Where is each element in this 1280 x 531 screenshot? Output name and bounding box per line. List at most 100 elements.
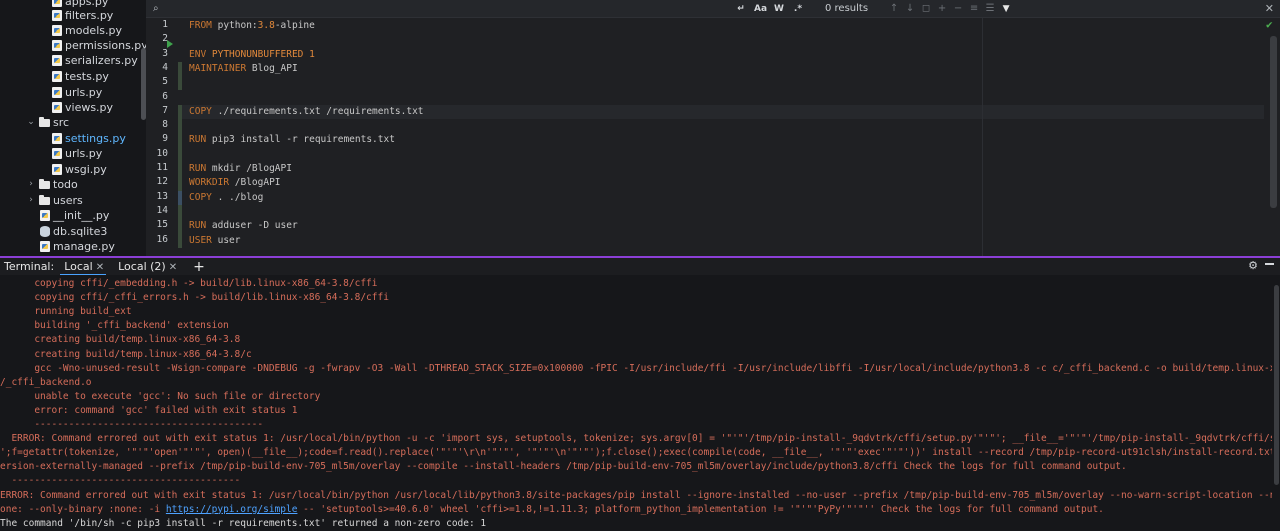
terminal-line: gcc -Wno-unused-result -Wsign-compare -D…: [0, 362, 1272, 376]
terminal-link[interactable]: https://pypi.org/simple: [166, 504, 298, 515]
regex-toggle[interactable]: .*: [792, 4, 804, 14]
tree-item[interactable]: permissions.py: [52, 38, 146, 54]
terminal-line-text: /_cffi_backend.o: [0, 376, 92, 388]
terminal-line-text: creating build/temp.linux-x86_64-3.8/c: [0, 348, 252, 360]
tree-item[interactable]: settings.py: [52, 131, 126, 147]
filter-lines-icon[interactable]: ☰: [984, 3, 996, 14]
close-icon[interactable]: ✕: [1265, 2, 1274, 15]
code-token: adduser -D user: [211, 220, 298, 232]
select-all-occurrences-icon[interactable]: ◻: [920, 3, 932, 14]
tree-item[interactable]: urls.py: [52, 146, 102, 162]
code-line[interactable]: RUN mkdir /BlogAPI: [189, 162, 292, 176]
line-number: 14: [156, 204, 168, 216]
code-token: . ./blog: [217, 191, 264, 203]
find-results-count: 0 results: [825, 3, 869, 14]
code-line[interactable]: RUN pip3 install -r requirements.txt: [189, 133, 395, 147]
code-token: FROM: [189, 20, 218, 31]
new-line-icon[interactable]: ↵: [735, 4, 747, 14]
change-marker[interactable]: [178, 190, 182, 205]
gear-icon[interactable]: ⚙: [1248, 259, 1258, 272]
tree-item[interactable]: › todo: [26, 177, 78, 193]
code-line[interactable]: COPY ./requirements.txt /requirements.tx…: [182, 104, 1264, 119]
terminal-line: error: command 'gcc' failed with exit st…: [0, 404, 1272, 418]
tab-local[interactable]: Local ✕: [60, 260, 107, 276]
tree-item[interactable]: __init__.py: [40, 208, 109, 224]
tree-item[interactable]: views.py: [52, 100, 113, 116]
line-number: 10: [156, 147, 168, 159]
folder-icon: [39, 178, 50, 189]
tree-item[interactable]: › users: [26, 193, 83, 209]
line-number: 16: [156, 233, 168, 245]
code-line[interactable]: MAINTAINER Blog_API: [189, 62, 298, 76]
tree-item[interactable]: serializers.py: [52, 53, 138, 69]
tree-item-label: views.py: [65, 101, 114, 114]
filter-icon[interactable]: ▼: [1000, 4, 1012, 14]
editor-scrollbar[interactable]: [1270, 36, 1277, 208]
tree-item[interactable]: ⌄ src: [26, 115, 69, 131]
change-marker[interactable]: [178, 162, 182, 248]
check-icon: ✔: [1266, 18, 1273, 31]
remove-occurrence-icon[interactable]: −: [952, 3, 964, 14]
terminal-line: ERROR: Command errored out with exit sta…: [0, 489, 1272, 503]
whole-word-toggle[interactable]: W: [773, 4, 785, 14]
terminal-line-text: one: --only-binary :none: -i: [0, 503, 166, 515]
code-line[interactable]: FROM python:3.8-alpine: [189, 19, 315, 33]
tree-item-label: manage.py: [53, 240, 115, 253]
terminal-line-text: ----------------------------------------: [0, 419, 264, 430]
code-line[interactable]: USER user: [189, 234, 241, 248]
arrow-down-icon[interactable]: ↓: [904, 3, 916, 14]
minimize-icon[interactable]: [1265, 263, 1274, 265]
code-line[interactable]: COPY . ./blog: [189, 191, 263, 205]
line-number: 12: [156, 176, 168, 188]
code-token: RUN: [189, 220, 212, 232]
python-file-icon: [52, 40, 62, 52]
database-file-icon: [40, 226, 50, 238]
right-margin-guide: [982, 18, 983, 256]
chevron-down-icon[interactable]: ⌄: [26, 115, 36, 131]
code-token: user: [217, 234, 241, 246]
tree-item-label: __init__.py: [53, 209, 110, 222]
tree-item[interactable]: manage.py: [40, 239, 115, 255]
tree-item[interactable]: models.py: [52, 23, 122, 39]
python-file-icon: [52, 71, 62, 83]
terminal-line: copying cffi/_cffi_errors.h -> build/lib…: [0, 291, 1272, 305]
tree-item[interactable]: db.sqlite3: [40, 224, 107, 240]
close-tab-icon[interactable]: ✕: [96, 262, 104, 273]
terminal-output[interactable]: copying cffi/_embedding.h -> build/lib.l…: [0, 275, 1280, 531]
line-number: 15: [156, 219, 168, 231]
code-token: MAINTAINER: [189, 62, 252, 74]
tree-item[interactable]: wsgi.py: [52, 162, 107, 178]
terminal-line: ----------------------------------------: [0, 474, 1272, 488]
tree-item[interactable]: urls.py: [52, 85, 102, 101]
close-tab-icon[interactable]: ✕: [169, 262, 177, 273]
change-marker[interactable]: [178, 61, 182, 91]
match-case-toggle[interactable]: Aa: [754, 4, 767, 14]
line-number: 5: [162, 76, 168, 88]
code-area[interactable]: FROM python:3.8-alpine ENV PYTHONUNBUFFER…: [182, 18, 1269, 256]
line-number: 13: [156, 190, 168, 202]
select-occurrences-icon[interactable]: ≡: [968, 3, 980, 14]
code-line[interactable]: RUN adduser -D user: [189, 219, 298, 233]
tab-local-2[interactable]: Local (2) ✕: [118, 260, 177, 273]
chevron-right-icon[interactable]: ›: [26, 177, 36, 193]
code-token: -alpine: [274, 20, 315, 31]
search-icon[interactable]: ⌕: [153, 3, 163, 14]
terminal-line: unable to execute 'gcc': No such file or…: [0, 390, 1272, 404]
tree-item[interactable]: filters.py: [52, 8, 113, 24]
terminal-line: The command '/bin/sh -c pip3 install -r …: [0, 517, 1272, 531]
code-line[interactable]: ENV PYTHONUNBUFFERED 1: [189, 48, 315, 62]
tree-item-label: todo: [53, 178, 78, 191]
terminal-title: Terminal:: [4, 260, 55, 273]
arrow-up-icon[interactable]: ↑: [888, 3, 900, 14]
terminal-line: ----------------------------------------: [0, 418, 1272, 432]
terminal-scrollbar[interactable]: [1274, 285, 1279, 485]
new-tab-icon[interactable]: +: [193, 259, 205, 275]
tree-item[interactable]: tests.py: [52, 69, 109, 85]
line-gutter: 1 2 3 4 5 6 7 8 9 10 11 12 13 14 15 16: [146, 18, 182, 256]
terminal-line: building '_cffi_backend' extension: [0, 319, 1272, 333]
line-number: 1: [162, 19, 168, 30]
terminal-line-text: ';f=getattr(tokenize, '"'"'open'"'"', op…: [0, 447, 1272, 459]
chevron-right-icon[interactable]: ›: [26, 193, 36, 209]
code-line[interactable]: WORKDIR /BlogAPI: [189, 176, 281, 190]
add-occurrence-icon[interactable]: +: [936, 3, 948, 14]
